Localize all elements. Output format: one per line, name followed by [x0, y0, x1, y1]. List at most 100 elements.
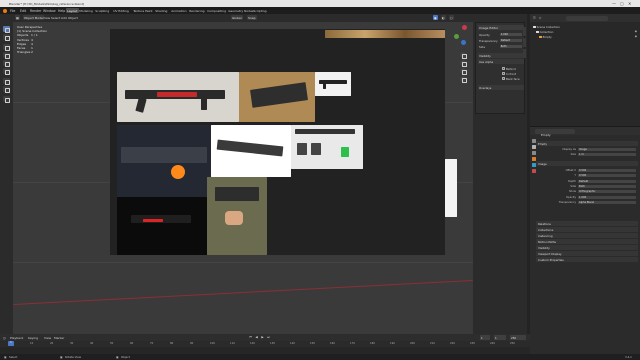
jump-end-button[interactable]: ⏭	[266, 335, 271, 340]
play-reverse-button[interactable]: ◀	[254, 335, 259, 340]
properties-section-custom-properties[interactable]: Custom Properties	[536, 257, 638, 262]
transform-tool-icon[interactable]	[3, 68, 10, 75]
marker-menu[interactable]: Marker	[54, 336, 64, 340]
transparency-dropdown[interactable]: Alpha Blend	[578, 200, 636, 205]
properties-section-instancing[interactable]: Instancing	[536, 233, 638, 238]
display-as-dropdown[interactable]: Image	[578, 147, 636, 152]
gizmo-z-icon[interactable]	[461, 40, 466, 45]
pan-icon[interactable]	[460, 60, 467, 67]
view-menu[interactable]: View	[44, 336, 51, 340]
properties-section-motion-paths[interactable]: Motion Paths	[536, 239, 638, 244]
workspace-tab-shading[interactable]: Shading	[154, 8, 169, 13]
3d-viewport[interactable]: User Perspective (1) Scene Collection Ob…	[13, 22, 473, 334]
editor-type-icon[interactable]: ▦	[15, 15, 20, 21]
shading-solid-button[interactable]: ●	[433, 15, 438, 21]
npanel-transparency-field[interactable]: Default	[500, 38, 522, 43]
mode-selector[interactable]: Object Mode	[23, 15, 44, 21]
outliner-row[interactable]: Collection	[536, 30, 553, 34]
menu-edit[interactable]: Edit	[20, 9, 26, 13]
in-front-checkbox[interactable]	[502, 72, 505, 75]
workspace-tab-layout[interactable]: Layout	[66, 8, 79, 13]
gizmo-x-icon[interactable]	[462, 25, 467, 30]
npanel-tab-item[interactable]	[523, 27, 526, 36]
workspace-tab-geometry-nodes[interactable]: Geometry Nodes	[227, 8, 255, 13]
npanel-section-overlays[interactable]: Overlays	[478, 85, 524, 90]
playhead[interactable]: 1	[8, 341, 14, 346]
add-menu[interactable]: Add	[61, 16, 67, 20]
size-field[interactable]: 1 m	[578, 152, 636, 157]
object-menu[interactable]: Object	[68, 16, 78, 20]
side-dropdown[interactable]: Both	[578, 184, 636, 189]
outliner-row[interactable]: Empty	[539, 35, 552, 39]
workspace-tab-compositing[interactable]: Compositing	[206, 8, 227, 13]
minimize-button[interactable]: —	[612, 1, 616, 6]
properties-section-visibility[interactable]: Visibility	[536, 245, 638, 250]
workspace-tab-animation[interactable]: Animation	[170, 8, 188, 13]
rotate-tool-icon[interactable]	[3, 52, 10, 59]
offset-y-field[interactable]: 0.500	[578, 173, 636, 178]
outliner-filter-icon[interactable]: ▽	[539, 16, 541, 20]
reference-document-thumbnail[interactable]	[445, 159, 457, 217]
select-box-tool-icon[interactable]	[3, 26, 10, 33]
properties-section-collections[interactable]: Collections	[536, 227, 638, 232]
workspace-tab-sculpting[interactable]: Sculpting	[94, 8, 110, 13]
zoom-icon[interactable]	[460, 52, 467, 59]
depth-dropdown[interactable]: Default	[578, 179, 636, 184]
outliner-search-input[interactable]	[566, 15, 608, 21]
outliner-row[interactable]: Scene Collection	[533, 25, 560, 29]
behind-checkbox[interactable]	[502, 67, 505, 70]
workspace-tab-rendering[interactable]: Rendering	[188, 8, 206, 13]
properties-section-viewport-display[interactable]: Viewport Display	[536, 251, 638, 256]
maximize-button[interactable]: ▢	[620, 1, 624, 6]
visibility-eye-icon[interactable]: ◉	[635, 35, 637, 38]
move-tool-icon[interactable]	[3, 44, 10, 51]
back-face-checkbox[interactable]	[502, 77, 505, 80]
workspace-tab-texture-paint[interactable]: Texture Paint	[132, 8, 154, 13]
select-menu[interactable]: Select	[51, 16, 60, 20]
npanel-tab-view[interactable]	[523, 49, 526, 58]
opacity-field[interactable]: 1.000	[578, 195, 636, 200]
properties-section-image[interactable]: Image	[536, 161, 638, 166]
timeline-editor-icon[interactable]: ◷	[3, 336, 6, 340]
menu-help[interactable]: Help	[58, 9, 65, 13]
measure-tool-icon[interactable]	[3, 86, 10, 93]
snap-toggle[interactable]: Snap	[247, 15, 257, 21]
gizmo-y-icon[interactable]	[454, 34, 459, 39]
playback-menu[interactable]: Playback	[10, 336, 23, 340]
add-cube-tool-icon[interactable]	[3, 96, 10, 103]
menu-file[interactable]: File	[10, 9, 15, 13]
blender-logo-icon[interactable]	[3, 8, 7, 13]
orientation-dropdown[interactable]: Global	[231, 15, 243, 21]
npanel-tab-tool[interactable]	[523, 38, 526, 47]
show-dropdown[interactable]: Orthographic	[578, 189, 636, 194]
camera-view-icon[interactable]	[460, 68, 467, 75]
timeline-ruler[interactable]: 0 10 20 30 40 50 60 70 80 90 100 110 120…	[0, 341, 530, 347]
properties-section-relations[interactable]: Relations	[536, 221, 638, 226]
visibility-eye-icon[interactable]: ◉	[635, 30, 637, 33]
menu-window[interactable]: Window	[43, 9, 56, 13]
annotate-tool-icon[interactable]	[3, 78, 10, 85]
reference-image-plane[interactable]	[110, 29, 445, 255]
current-frame-field[interactable]: 1	[480, 335, 490, 340]
npanel-section-visibility[interactable]: Visibility	[478, 53, 524, 58]
jump-start-button[interactable]: ⏮	[248, 335, 253, 340]
cursor-tool-icon[interactable]	[3, 34, 10, 41]
shading-material-button[interactable]: ◐	[441, 15, 446, 21]
menu-render[interactable]: Render	[30, 9, 41, 13]
workspace-tab-uv-editing[interactable]: UV Editing	[112, 8, 130, 13]
npanel-section-use-alpha[interactable]: Use Alpha	[478, 59, 524, 64]
view-menu[interactable]: View	[43, 16, 50, 20]
offset-x-field[interactable]: 0.500	[578, 168, 636, 173]
start-frame-field[interactable]: 1	[494, 335, 506, 340]
outliner-editor-icon[interactable]: ☰	[533, 16, 536, 20]
scale-tool-icon[interactable]	[3, 60, 10, 67]
end-frame-field[interactable]: 250	[510, 335, 526, 340]
npanel-opacity-field[interactable]: 1.000	[500, 32, 522, 37]
play-button[interactable]: ▶	[260, 335, 265, 340]
close-button[interactable]: ✕	[628, 1, 631, 6]
workspace-tab-modeling[interactable]: Modeling	[78, 8, 94, 13]
perspective-toggle-icon[interactable]	[460, 76, 467, 83]
npanel-side-field[interactable]: Both	[500, 44, 522, 49]
keying-menu[interactable]: Keying	[28, 336, 38, 340]
shading-rendered-button[interactable]: ○	[449, 15, 454, 21]
